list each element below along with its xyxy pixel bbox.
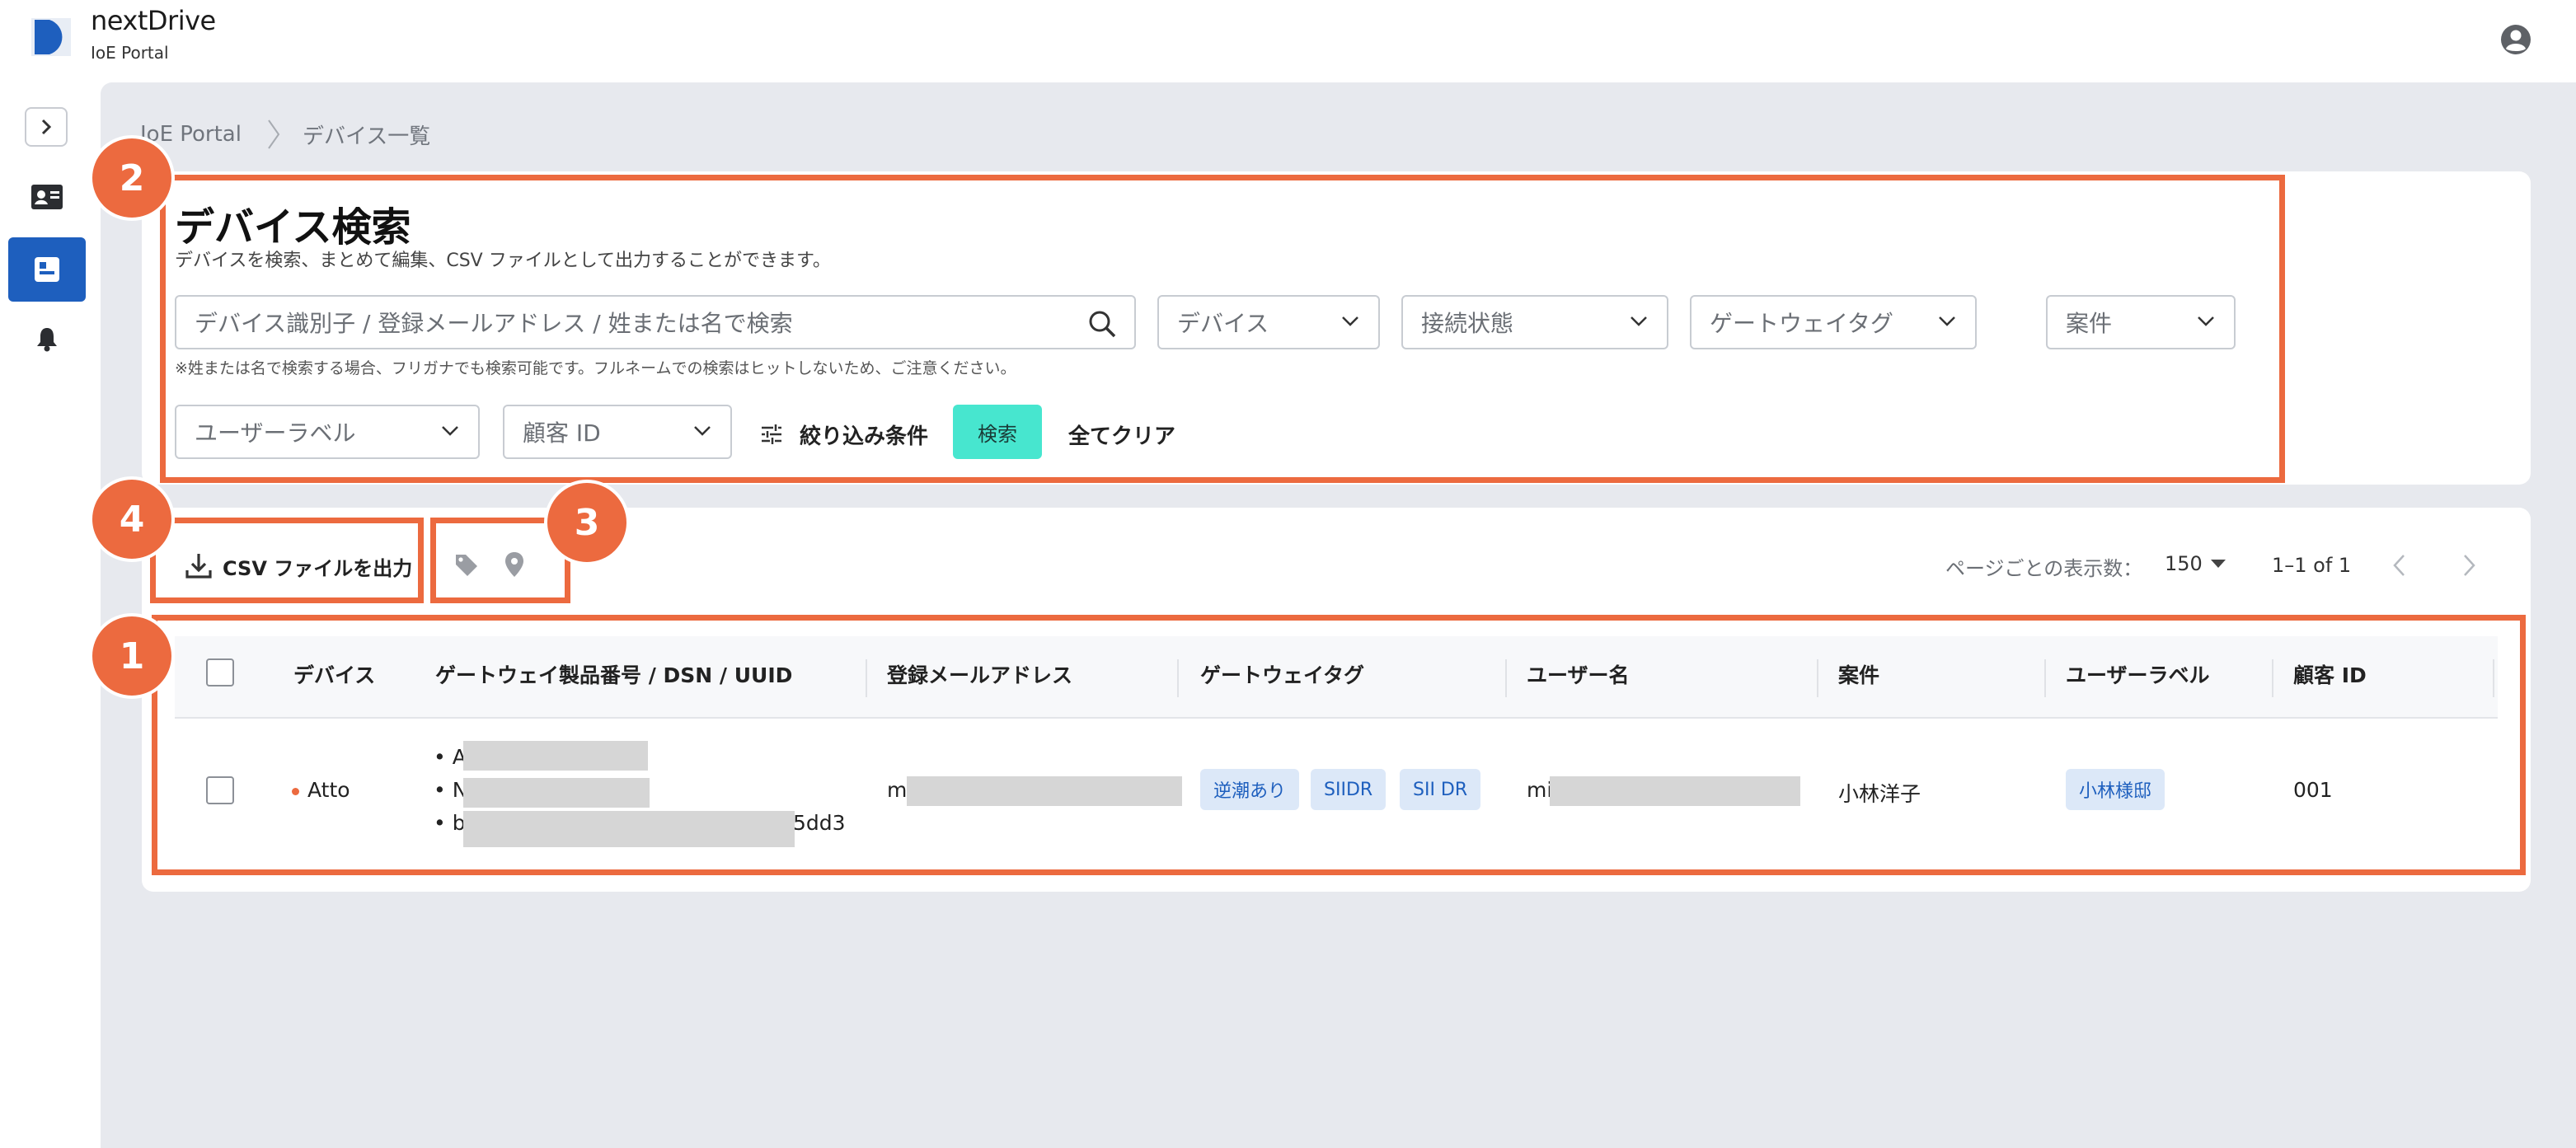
- rail-expand-button[interactable]: [25, 107, 68, 147]
- annotation-badge-2: 2: [89, 135, 175, 221]
- chevron-right-icon[interactable]: [2456, 551, 2481, 580]
- page-size-select[interactable]: 150: [2165, 552, 2226, 575]
- nav-notifications[interactable]: [8, 307, 86, 371]
- nav-contacts[interactable]: [8, 165, 86, 229]
- logo-mark: [31, 18, 71, 56]
- page-size-label: ページごとの表示数：: [1945, 557, 2143, 580]
- annotation-box-csv: [150, 518, 424, 603]
- annotation-badge-3: 3: [544, 480, 630, 565]
- dashboard-icon: [35, 257, 59, 282]
- page-range: 1–1 of 1: [2272, 554, 2352, 577]
- annotation-box-table: [152, 615, 2526, 875]
- bell-icon: [37, 328, 57, 352]
- caret-down-icon: [2210, 560, 2226, 568]
- left-rail: [0, 82, 101, 1148]
- chevron-left-icon[interactable]: [2387, 551, 2412, 580]
- breadcrumb: IoE Portal デバイス一覧: [140, 119, 430, 150]
- annotation-badge-4: 4: [89, 476, 175, 562]
- nav-devices[interactable]: [8, 237, 86, 302]
- annotation-box-search: [160, 175, 2285, 483]
- breadcrumb-current: デバイス一覧: [302, 124, 431, 149]
- chevron-right-icon: [268, 119, 280, 149]
- brand-name: nextDrive: [91, 5, 216, 36]
- brand-subtitle: IoE Portal: [91, 43, 169, 63]
- page-size-value: 150: [2165, 552, 2203, 575]
- annotation-badge-1: 1: [89, 613, 175, 699]
- chevron-right-icon: [41, 119, 52, 135]
- contact-card-icon: [31, 185, 63, 209]
- top-bar: nextDrive IoE Portal: [0, 0, 2576, 82]
- account-icon[interactable]: [2498, 21, 2534, 58]
